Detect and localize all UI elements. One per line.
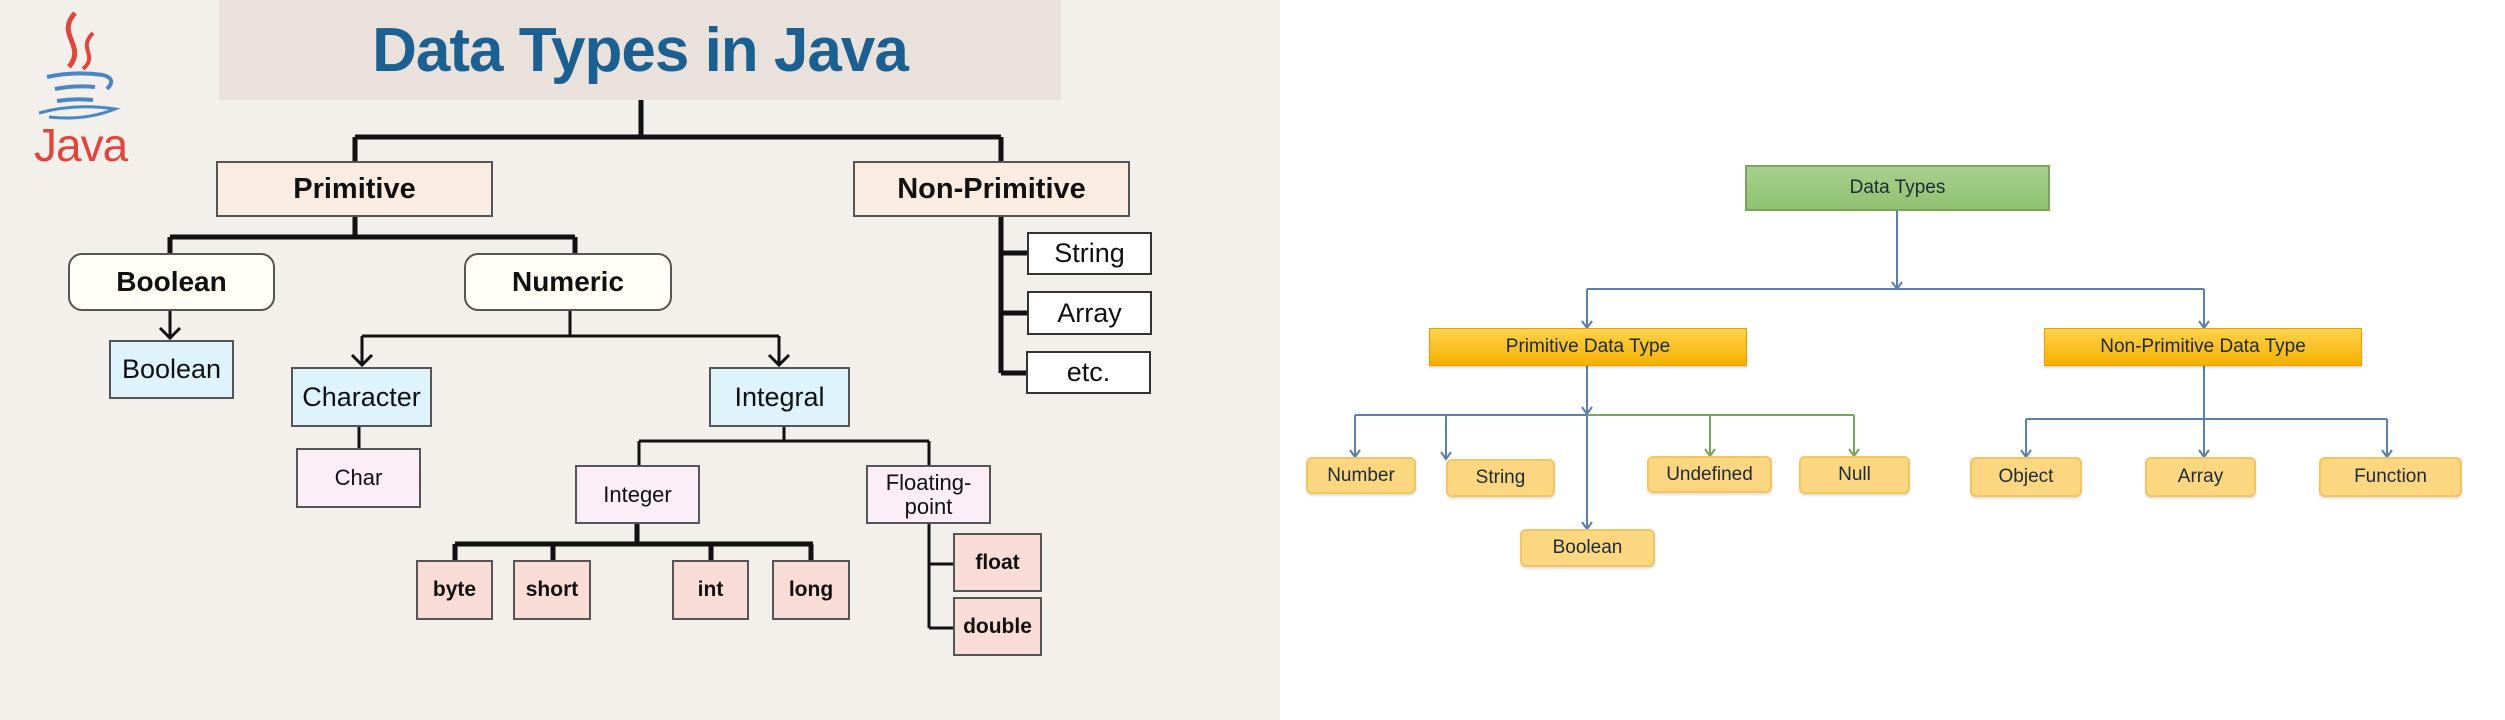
node-float: float bbox=[953, 533, 1042, 592]
node-byte: byte bbox=[416, 560, 493, 620]
node-floating-point: Floating-point bbox=[866, 465, 991, 524]
node-int: int bbox=[672, 560, 749, 620]
numeric-connector bbox=[350, 311, 791, 368]
node-function: Function bbox=[2319, 457, 2462, 497]
root-connector bbox=[352, 100, 1004, 161]
non-primitive-connector bbox=[998, 217, 1027, 376]
node-object: Object bbox=[1970, 457, 2082, 497]
root-connector bbox=[1586, 211, 2205, 328]
node-string: String bbox=[1446, 459, 1555, 497]
primitive-connector bbox=[1354, 366, 1588, 529]
node-null: Null bbox=[1799, 456, 1910, 494]
node-string: String bbox=[1027, 232, 1152, 275]
undefined-null-connector bbox=[1587, 414, 1860, 458]
integral-connector bbox=[637, 427, 931, 465]
primitive-connector bbox=[167, 217, 578, 253]
node-numeric: Numeric bbox=[464, 253, 672, 311]
node-primitive-data-type: Primitive Data Type bbox=[1429, 328, 1747, 366]
java-data-types-diagram: Data Types in Java Java Primitive Non-Pr… bbox=[0, 0, 1280, 720]
node-boolean-category: Boolean bbox=[68, 253, 275, 311]
node-integer: Integer bbox=[575, 465, 700, 524]
node-data-types: Data Types bbox=[1745, 165, 2050, 211]
node-array: Array bbox=[1027, 291, 1152, 335]
boolean-arrow bbox=[158, 311, 182, 341]
node-undefined: Undefined bbox=[1647, 456, 1772, 493]
node-char: Char bbox=[296, 448, 421, 508]
integer-connector bbox=[452, 524, 814, 560]
node-etc: etc. bbox=[1026, 351, 1151, 394]
js-data-types-diagram: Data Types Primitive Data Type Non-Primi… bbox=[1280, 0, 2505, 720]
node-non-primitive: Non-Primitive bbox=[853, 161, 1130, 217]
node-character: Character bbox=[291, 367, 432, 427]
node-number: Number bbox=[1306, 457, 1416, 494]
node-boolean-type: Boolean bbox=[109, 340, 234, 399]
node-array: Array bbox=[2145, 457, 2256, 497]
node-double: double bbox=[953, 597, 1042, 656]
node-boolean: Boolean bbox=[1520, 529, 1655, 567]
node-non-primitive-data-type: Non-Primitive Data Type bbox=[2044, 328, 2362, 366]
node-long: long bbox=[772, 560, 850, 620]
non-primitive-connector bbox=[2025, 366, 2388, 457]
floating-connector bbox=[927, 524, 953, 630]
node-short: short bbox=[513, 560, 591, 620]
node-integral: Integral bbox=[709, 367, 850, 427]
node-primitive: Primitive bbox=[216, 161, 493, 217]
